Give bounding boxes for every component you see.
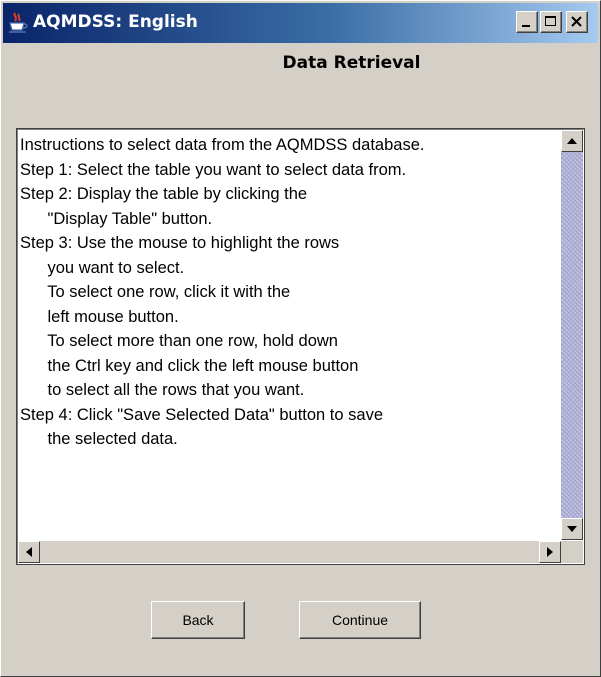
instruction-line: Instructions to select data from the AQM… [20, 136, 425, 154]
arrow-left-icon [26, 547, 32, 557]
arrow-down-icon [567, 526, 577, 532]
continue-button[interactable]: Continue [299, 601, 421, 639]
instruction-line: To select more than one row, hold down [20, 332, 338, 350]
minimize-button[interactable] [516, 11, 538, 33]
scroll-left-button[interactable] [18, 541, 40, 563]
title-bar[interactable]: AQMDSS: English [3, 3, 598, 43]
instruction-line: Step 1: Select the table you want to sel… [20, 160, 407, 179]
close-button[interactable] [566, 11, 588, 33]
vertical-scrollbar[interactable] [561, 130, 583, 540]
instruction-line: to select all the rows that you want. [20, 381, 305, 399]
instructions-text-area[interactable]: Instructions to select data from the AQM… [20, 133, 560, 538]
maximize-icon [545, 16, 556, 26]
arrow-right-icon [547, 547, 553, 557]
window-title: AQMDSS: English [33, 12, 198, 32]
java-cup-icon [7, 11, 29, 35]
instruction-line: Step 3: Use the mouse to highlight the r… [20, 234, 340, 252]
minimize-icon [522, 25, 530, 27]
scroll-right-button[interactable] [539, 541, 561, 563]
instructions-scroll-pane: Instructions to select data from the AQM… [16, 128, 585, 565]
back-button[interactable]: Back [151, 601, 245, 639]
instruction-line: the selected data. [20, 430, 178, 448]
horizontal-scrollbar[interactable] [18, 541, 561, 563]
instruction-line: To select one row, click it with the [20, 283, 291, 301]
maximize-button[interactable] [540, 11, 562, 33]
page-title: Data Retrieval [282, 53, 421, 73]
instruction-line: the Ctrl key and click the left mouse bu… [20, 356, 359, 375]
application-window: AQMDSS: English Data Retrieval Instructi… [0, 0, 601, 677]
instruction-line: left mouse button. [20, 307, 179, 326]
scrollbar-corner [561, 541, 583, 563]
arrow-up-icon [567, 138, 577, 144]
instruction-line: Step 2: Display the table by clicking th… [20, 185, 308, 203]
vertical-scroll-thumb[interactable] [561, 152, 583, 518]
scroll-down-button[interactable] [561, 518, 583, 540]
instruction-line: you want to select. [20, 258, 185, 277]
horizontal-scroll-track[interactable] [40, 541, 539, 563]
instruction-line: "Display Table" button. [20, 209, 213, 228]
close-icon [571, 16, 582, 27]
instruction-line: Step 4: Click "Save Selected Data" butto… [20, 405, 383, 424]
scroll-up-button[interactable] [561, 130, 583, 152]
